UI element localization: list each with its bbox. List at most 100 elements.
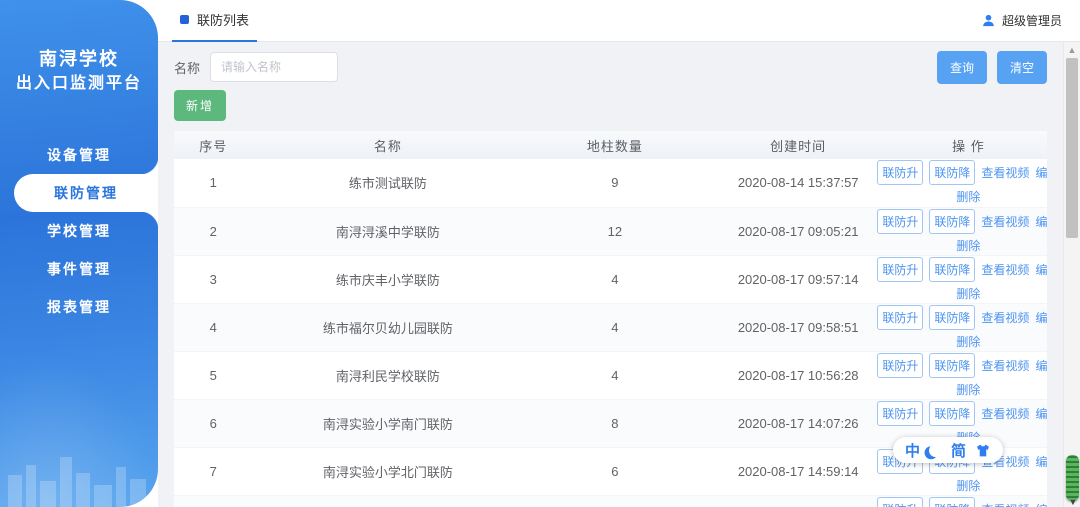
cell-actions: 联防升联防降查看视频编辑删除 xyxy=(890,303,1047,351)
cell-index: 1 xyxy=(174,159,253,207)
cell-pillars: 4 xyxy=(523,303,706,351)
sidebar-item-school[interactable]: 学校管理 xyxy=(0,212,158,250)
user-menu[interactable]: 超级管理员 xyxy=(981,12,1062,29)
sidebar-item-joint-defense[interactable]: 联防管理 xyxy=(14,174,158,212)
cell-pillars: 8 xyxy=(523,399,706,447)
cell-created: 2020-08-17 15:09:54 xyxy=(707,495,890,507)
view-video-link[interactable]: 查看视频 xyxy=(981,405,1029,422)
lower-defense-button[interactable]: 联防降 xyxy=(929,305,975,330)
cell-name: 南浔双林镇小学联防 xyxy=(253,495,524,507)
cell-actions: 联防升联防降查看视频编辑删除 xyxy=(890,255,1047,303)
table-header: 序号名称地柱数量创建时间操 作 xyxy=(174,131,1047,159)
lower-defense-button[interactable]: 联防降 xyxy=(929,353,975,378)
cell-name: 南浔实验小学北门联防 xyxy=(253,447,524,495)
edit-link[interactable]: 编辑 xyxy=(1035,405,1047,422)
raise-defense-button[interactable]: 联防升 xyxy=(877,257,923,282)
ime-simplified-toggle[interactable]: 简 xyxy=(951,440,966,461)
view-video-link[interactable]: 查看视频 xyxy=(981,164,1029,181)
raise-defense-button[interactable]: 联防升 xyxy=(877,305,923,330)
cell-pillars: 9 xyxy=(523,495,706,507)
edit-link[interactable]: 编辑 xyxy=(1035,261,1047,278)
cell-pillars: 6 xyxy=(523,447,706,495)
tab-joint-defense-list[interactable]: 联防列表 xyxy=(172,0,257,42)
lower-defense-button[interactable]: 联防降 xyxy=(929,209,975,234)
cell-name: 南浔利民学校联防 xyxy=(253,351,524,399)
app-title-line1: 南浔学校 xyxy=(0,46,158,72)
view-video-link[interactable]: 查看视频 xyxy=(981,357,1029,374)
ime-skin-icon[interactable] xyxy=(975,444,991,457)
lower-defense-button[interactable]: 联防降 xyxy=(929,401,975,426)
tab-bullet-icon xyxy=(180,15,189,24)
cell-pillars: 12 xyxy=(523,207,706,255)
sidebar-item-event[interactable]: 事件管理 xyxy=(0,250,158,288)
cell-actions: 联防升联防降查看视频编辑删除 xyxy=(890,159,1047,207)
edit-link[interactable]: 编辑 xyxy=(1035,164,1047,181)
table-row: 3练市庆丰小学联防42020-08-17 09:57:14联防升联防降查看视频编… xyxy=(174,255,1047,303)
cell-created: 2020-08-14 15:37:57 xyxy=(707,159,890,207)
edit-link[interactable]: 编辑 xyxy=(1035,501,1047,507)
cell-index: 4 xyxy=(174,303,253,351)
raise-defense-button[interactable]: 联防升 xyxy=(877,160,923,185)
view-video-link[interactable]: 查看视频 xyxy=(981,309,1029,326)
ime-toolbar[interactable]: 中 简 xyxy=(893,437,1003,463)
name-search-input[interactable] xyxy=(210,52,338,82)
ime-moon-icon[interactable] xyxy=(929,444,942,457)
table-row: 4练市福尔贝幼儿园联防42020-08-17 09:58:51联防升联防降查看视… xyxy=(174,303,1047,351)
topbar: 联防列表 超级管理员 xyxy=(158,0,1080,42)
cell-name: 练市庆丰小学联防 xyxy=(253,255,524,303)
raise-defense-button[interactable]: 联防升 xyxy=(877,353,923,378)
raise-defense-button[interactable]: 联防升 xyxy=(877,401,923,426)
search-toolbar: 名称 查询 清空 xyxy=(174,52,1047,82)
delete-link[interactable]: 删除 xyxy=(956,188,980,205)
view-video-link[interactable]: 查看视频 xyxy=(981,213,1029,230)
lower-defense-button[interactable]: 联防降 xyxy=(929,497,975,507)
raise-defense-button[interactable]: 联防升 xyxy=(877,497,923,507)
scrollbar-bottom-widget[interactable] xyxy=(1066,455,1079,501)
lower-defense-button[interactable]: 联防降 xyxy=(929,257,975,282)
view-video-link[interactable]: 查看视频 xyxy=(981,261,1029,278)
cell-index: 5 xyxy=(174,351,253,399)
cell-actions: 联防升联防降查看视频编辑删除 xyxy=(890,351,1047,399)
sidebar: 南浔学校 出入口监测平台 设备管理联防管理学校管理事件管理报表管理 xyxy=(0,0,158,507)
app-title-line2: 出入口监测平台 xyxy=(0,72,158,96)
scrollbar-down-arrow[interactable]: ▼ xyxy=(1065,497,1080,507)
sidebar-menu: 设备管理联防管理学校管理事件管理报表管理 xyxy=(0,136,158,326)
name-field-label: 名称 xyxy=(174,58,200,77)
sidebar-item-device[interactable]: 设备管理 xyxy=(0,136,158,174)
delete-link[interactable]: 删除 xyxy=(956,285,980,302)
cell-created: 2020-08-17 10:56:28 xyxy=(707,351,890,399)
add-button[interactable]: 新增 xyxy=(174,90,226,121)
vertical-scrollbar[interactable]: ▲ ▼ xyxy=(1063,42,1080,507)
lower-defense-button[interactable]: 联防降 xyxy=(929,160,975,185)
column-header: 操 作 xyxy=(890,131,1047,159)
clear-button[interactable]: 清空 xyxy=(997,51,1047,84)
cell-name: 练市测试联防 xyxy=(253,159,524,207)
column-header: 地柱数量 xyxy=(523,131,706,159)
skyline-decoration xyxy=(0,447,158,507)
delete-link[interactable]: 删除 xyxy=(956,381,980,398)
edit-link[interactable]: 编辑 xyxy=(1035,213,1047,230)
edit-link[interactable]: 编辑 xyxy=(1035,453,1047,470)
cell-pillars: 4 xyxy=(523,255,706,303)
scrollbar-up-arrow[interactable]: ▲ xyxy=(1064,45,1080,55)
delete-link[interactable]: 删除 xyxy=(956,477,980,494)
cell-created: 2020-08-17 09:05:21 xyxy=(707,207,890,255)
cell-actions: 联防升联防降查看视频编辑删除 xyxy=(890,495,1047,507)
sidebar-item-report[interactable]: 报表管理 xyxy=(0,288,158,326)
ime-language-toggle[interactable]: 中 xyxy=(905,440,920,461)
edit-link[interactable]: 编辑 xyxy=(1035,309,1047,326)
cell-pillars: 9 xyxy=(523,159,706,207)
delete-link[interactable]: 删除 xyxy=(956,333,980,350)
column-header: 创建时间 xyxy=(707,131,890,159)
cell-created: 2020-08-17 14:59:14 xyxy=(707,447,890,495)
user-name: 超级管理员 xyxy=(1002,12,1062,29)
table-row: 1练市测试联防92020-08-14 15:37:57联防升联防降查看视频编辑删… xyxy=(174,159,1047,207)
view-video-link[interactable]: 查看视频 xyxy=(981,501,1029,507)
edit-link[interactable]: 编辑 xyxy=(1035,357,1047,374)
user-icon xyxy=(981,13,996,28)
delete-link[interactable]: 删除 xyxy=(956,237,980,254)
app-window: 南浔学校 出入口监测平台 设备管理联防管理学校管理事件管理报表管理 联防列表 xyxy=(0,0,1080,507)
raise-defense-button[interactable]: 联防升 xyxy=(877,209,923,234)
search-button[interactable]: 查询 xyxy=(937,51,987,84)
scrollbar-thumb[interactable] xyxy=(1066,58,1078,238)
